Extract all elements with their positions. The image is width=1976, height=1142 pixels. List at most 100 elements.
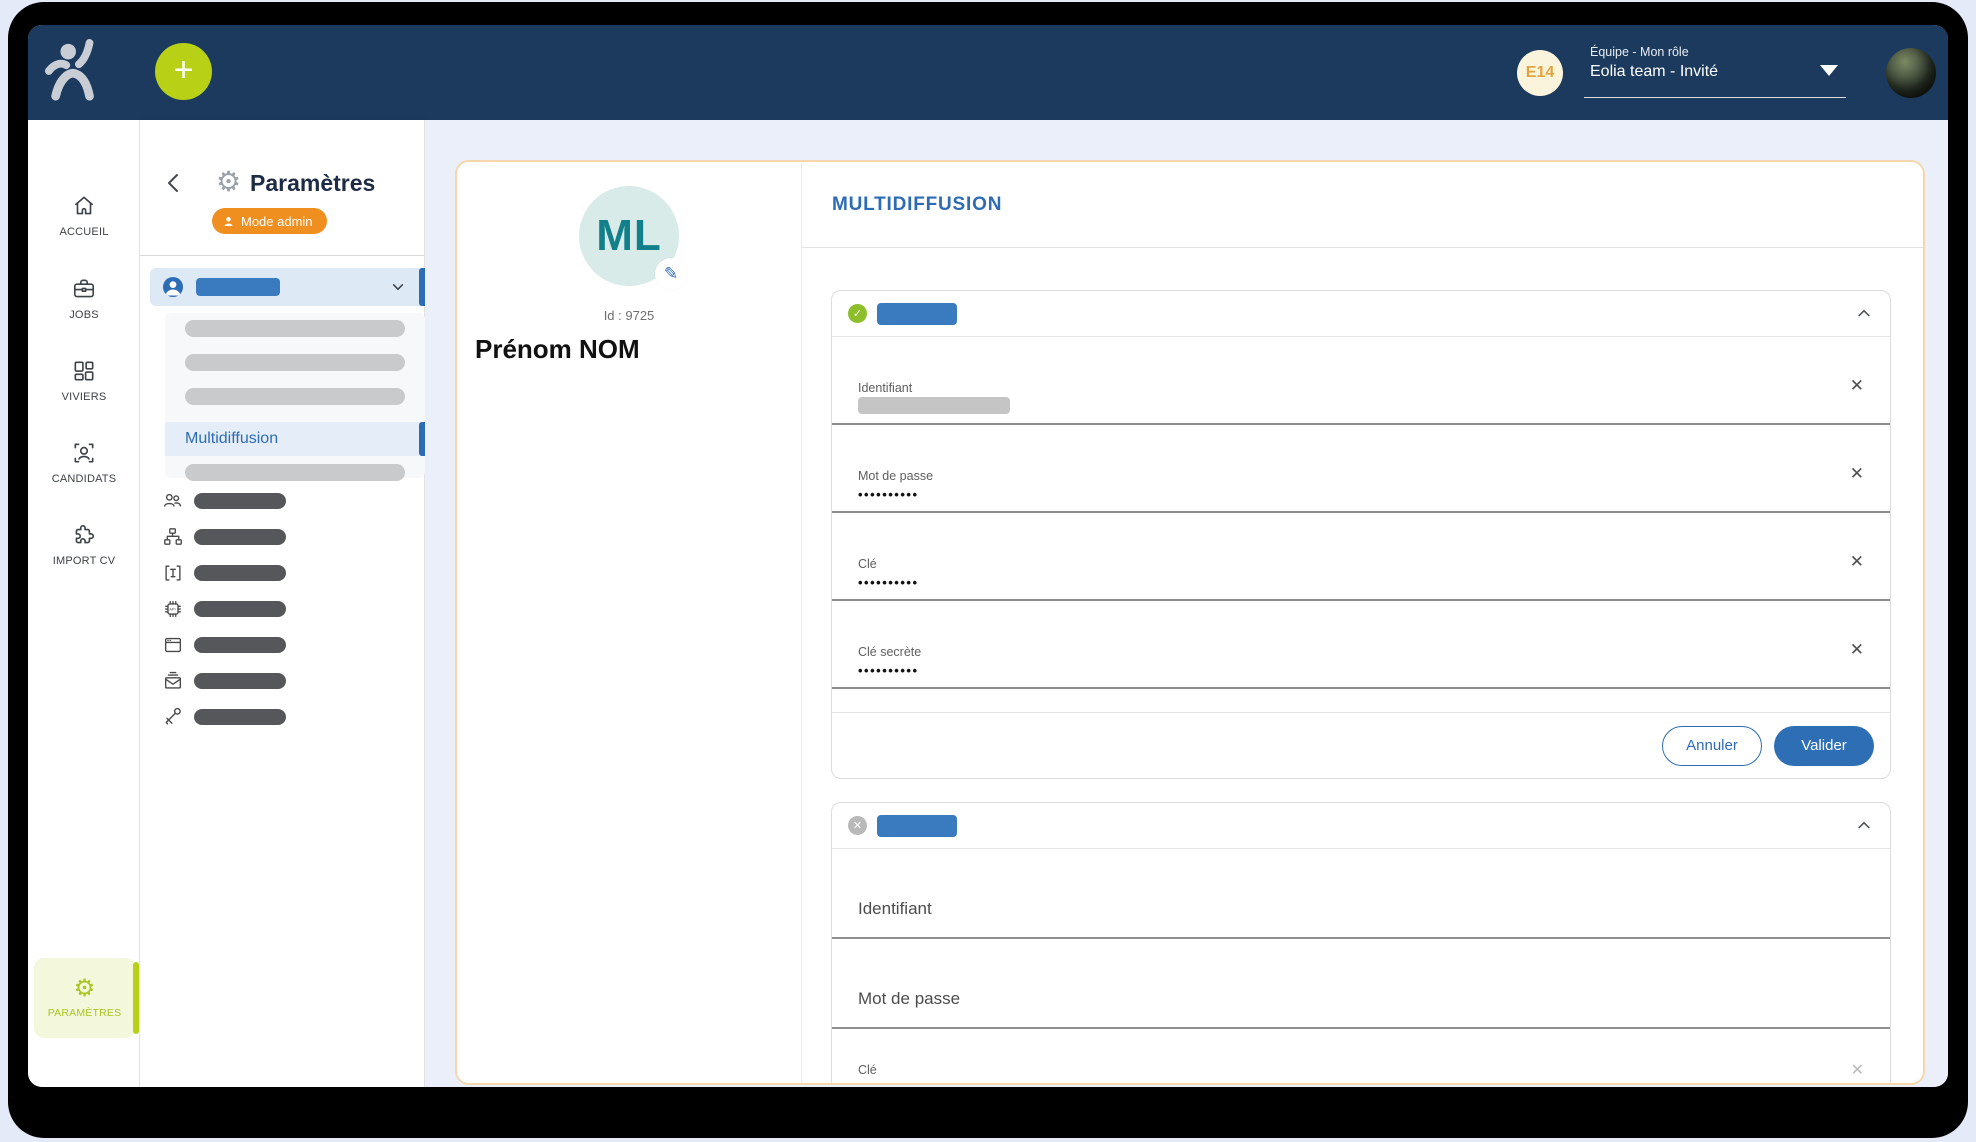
settings-group-redacted[interactable] — [162, 670, 402, 692]
jobboard-section-disconnected: ✕ Identifiant Mot de passe — [831, 802, 1891, 1085]
settings-group-redacted[interactable] — [162, 706, 402, 728]
topbar: + E14 Équipe - Mon rôle Eolia team - Inv… — [28, 25, 1948, 120]
submit-button[interactable]: Valider — [1774, 726, 1874, 766]
screen: + E14 Équipe - Mon rôle Eolia team - Inv… — [0, 0, 1976, 1142]
section-header[interactable]: ✕ — [832, 803, 1890, 849]
window-icon — [162, 634, 184, 656]
user-avatar[interactable] — [1886, 48, 1936, 98]
org-chart-icon — [162, 526, 184, 548]
pencil-icon: ✎ — [664, 264, 678, 284]
settings-group-redacted[interactable] — [162, 490, 402, 512]
profile-id: Id : 9725 — [457, 308, 801, 323]
clear-field-icon[interactable]: ✕ — [1850, 377, 1864, 394]
mail-icon — [162, 670, 184, 692]
puzzle-icon — [71, 522, 97, 548]
admin-user-icon — [222, 215, 235, 228]
back-chevron-icon[interactable] — [164, 172, 184, 194]
redacted-text-bar — [194, 601, 286, 617]
field-label: Identifiant — [858, 899, 932, 919]
nav-label: CANDIDATS — [52, 473, 117, 485]
redacted-menu-item[interactable] — [185, 464, 405, 481]
x-circle-icon: ✕ — [848, 816, 867, 835]
redacted-text-bar — [194, 673, 286, 689]
app-window: + E14 Équipe - Mon rôle Eolia team - Inv… — [28, 25, 1948, 1087]
section-actions: Annuler Valider — [832, 712, 1890, 778]
user-settings-card: ML ✎ Id : 9725 Prénom NOM MULTIDIFFUSION… — [455, 160, 1925, 1085]
redacted-menu-item[interactable] — [185, 388, 405, 405]
cancel-button[interactable]: Annuler — [1662, 726, 1762, 766]
team-selector[interactable]: Équipe - Mon rôle Eolia team - Invité — [1590, 45, 1718, 81]
menu-item-multidiffusion[interactable]: Multidiffusion — [165, 422, 425, 456]
section-header[interactable]: ✓ — [832, 291, 1890, 337]
field-cle-empty[interactable]: Clé ✕ — [832, 1029, 1890, 1085]
settings-group-users[interactable] — [150, 268, 425, 306]
nav-label: VIVIERS — [62, 391, 107, 403]
settings-group-redacted[interactable]: API — [162, 598, 402, 620]
brand-logo-icon — [44, 39, 106, 103]
field-value-masked: •••••••••• — [858, 487, 919, 502]
clear-field-icon[interactable]: ✕ — [1850, 553, 1864, 570]
svg-text:API: API — [169, 607, 175, 611]
avatar-initials: ML — [596, 211, 662, 261]
briefcase-icon — [71, 276, 97, 302]
field-label: Clé — [858, 1063, 877, 1077]
field-label: Mot de passe — [858, 469, 933, 483]
chevron-down-icon[interactable] — [1820, 65, 1838, 76]
chevron-up-icon[interactable] — [1854, 817, 1874, 835]
main-nav-rail: ACCUEIL JOBS VIVIERS CANDIDATS — [28, 120, 140, 1087]
sidebar-item-jobs[interactable]: JOBS — [28, 276, 140, 321]
clear-field-icon[interactable]: ✕ — [1850, 465, 1864, 482]
api-chip-icon: API — [162, 598, 184, 620]
field-identifiant[interactable]: Identifiant ✕ — [832, 337, 1890, 425]
field-mot-de-passe-empty[interactable]: Mot de passe — [832, 939, 1890, 1029]
field-value-masked: •••••••••• — [858, 663, 919, 678]
redacted-text-bar — [194, 709, 286, 725]
divider — [802, 247, 1923, 248]
redacted-text-bar — [877, 303, 957, 325]
redacted-text-bar — [196, 278, 280, 296]
sidebar-item-candidats[interactable]: CANDIDATS — [28, 440, 140, 485]
clear-field-icon[interactable]: ✕ — [1851, 1063, 1864, 1079]
active-nav-indicator — [133, 962, 139, 1034]
settings-sub-list: Multidiffusion — [165, 313, 425, 478]
field-cle-secrete[interactable]: Clé secrète •••••••••• ✕ — [832, 601, 1890, 689]
redacted-text-bar — [194, 493, 286, 509]
gear-icon: ⚙ — [74, 977, 96, 1001]
check-circle-icon: ✓ — [848, 304, 867, 323]
field-mot-de-passe[interactable]: Mot de passe •••••••••• ✕ — [832, 425, 1890, 513]
nav-label: PARAMÈTRES — [48, 1007, 122, 1019]
redacted-menu-item[interactable] — [185, 320, 405, 337]
sidebar-item-viviers[interactable]: VIVIERS — [28, 358, 140, 403]
settings-group-redacted[interactable] — [162, 634, 402, 656]
nav-label: IMPORT CV — [53, 555, 116, 567]
mode-admin-badge[interactable]: Mode admin — [212, 208, 327, 234]
sidebar-item-parametres[interactable]: ⚙ PARAMÈTRES — [34, 958, 135, 1038]
team-badge: E14 — [1517, 50, 1563, 96]
users-icon — [162, 490, 184, 512]
dashboard-icon — [71, 358, 97, 384]
clear-field-icon[interactable]: ✕ — [1850, 641, 1864, 658]
field-identifiant-empty[interactable]: Identifiant — [832, 849, 1890, 939]
redacted-menu-item[interactable] — [185, 354, 405, 371]
redacted-text-bar — [194, 637, 286, 653]
user-circle-icon — [162, 276, 184, 298]
sidebar-item-import-cv[interactable]: IMPORT CV — [28, 522, 140, 567]
edit-avatar-button[interactable]: ✎ — [655, 258, 687, 290]
divider — [140, 255, 424, 256]
redacted-text-bar — [194, 565, 286, 581]
settings-group-redacted[interactable] — [162, 562, 402, 584]
chevron-up-icon[interactable] — [1854, 305, 1874, 323]
page-title: MULTIDIFFUSION — [832, 194, 1002, 216]
redacted-text-bar — [194, 529, 286, 545]
add-button[interactable]: + — [155, 43, 212, 100]
settings-group-redacted[interactable] — [162, 526, 402, 548]
field-cle[interactable]: Clé •••••••••• ✕ — [832, 513, 1890, 601]
profile-name: Prénom NOM — [475, 334, 640, 365]
candidate-scan-icon — [71, 440, 97, 466]
sidebar-item-accueil[interactable]: ACCUEIL — [28, 193, 140, 238]
field-label: Clé secrète — [858, 645, 921, 659]
gear-icon: ⚙ — [216, 168, 241, 196]
profile-column: ML ✎ Id : 9725 Prénom NOM — [457, 162, 802, 1083]
settings-groups: API — [162, 490, 402, 728]
mode-admin-label: Mode admin — [241, 214, 313, 229]
